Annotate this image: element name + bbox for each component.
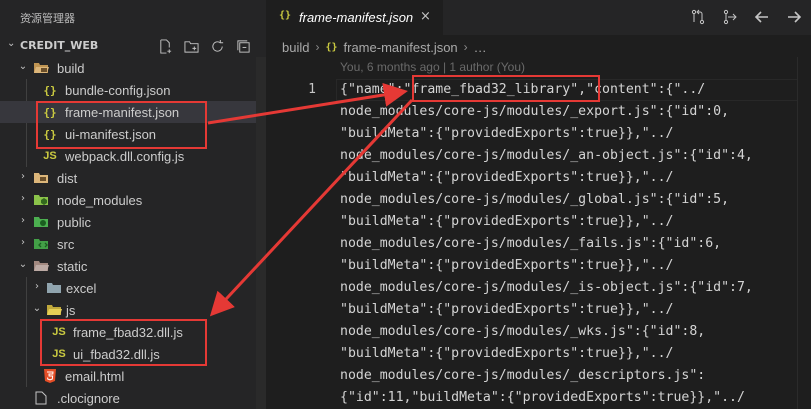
code-line[interactable]: node_modules/core-js/modules/_an-object.… <box>340 145 753 167</box>
explorer-title-bar: 资源管理器 ··· <box>0 0 266 35</box>
code-line[interactable]: "buildMeta":{"providedExports":true}},".… <box>340 255 673 277</box>
tree-item-public[interactable]: › public <box>0 211 266 233</box>
code-line[interactable]: "buildMeta":{"providedExports":true}},".… <box>340 343 673 365</box>
node-folder-icon <box>33 192 49 208</box>
folder-icon <box>46 280 62 296</box>
code-line[interactable]: node_modules/core-js/modules/_wks.js":{"… <box>340 321 705 343</box>
tree-item-clocignore[interactable]: .clocignore <box>0 387 266 409</box>
chevron-right-icon: › <box>21 171 25 182</box>
annotation-box-manifests <box>36 101 207 149</box>
new-file-icon[interactable] <box>156 37 175 55</box>
breadcrumb-item-build[interactable]: build <box>282 40 309 55</box>
tree-item-js[interactable]: ⌄ js <box>0 299 266 321</box>
tab-frame-manifest-json[interactable]: {} frame-manifest.json × <box>266 0 443 35</box>
git-blame-annotation[interactable]: You, 6 months ago | 1 author (You) <box>340 60 525 74</box>
code-line[interactable]: {"id":11,"buildMeta":{"providedExports":… <box>340 387 745 409</box>
public-folder-icon <box>33 214 49 230</box>
src-folder-icon <box>33 236 49 252</box>
folder-icon <box>33 170 49 186</box>
editor-area: {} frame-manifest.json × build › {} fram… <box>266 0 811 409</box>
new-folder-icon[interactable] <box>182 37 201 55</box>
breadcrumb: build › {} frame-manifest.json › … <box>282 37 487 57</box>
go-forward-icon[interactable] <box>785 8 803 26</box>
compare-changes-icon[interactable] <box>689 8 707 26</box>
chevron-down-icon: ⌄ <box>18 61 28 72</box>
collapse-all-icon[interactable] <box>234 37 253 55</box>
chevron-right-icon: › <box>315 40 320 54</box>
workspace-name: CREDIT_WEB <box>20 39 99 52</box>
breadcrumb-item-file[interactable]: frame-manifest.json <box>344 40 458 55</box>
go-back-icon[interactable] <box>753 8 771 26</box>
line-number: 1 <box>308 82 316 97</box>
tree-item-build[interactable]: ⌄ build <box>0 57 266 79</box>
annotation-box-library-name <box>412 75 600 102</box>
code-line[interactable]: node_modules/core-js/modules/_global.js"… <box>340 189 729 211</box>
tree-item-static[interactable]: ⌄ static <box>0 255 266 277</box>
json-icon: {} <box>43 83 57 97</box>
workspace-section-header[interactable]: ⌄ CREDIT_WEB <box>0 35 266 57</box>
sidebar-scrollbar[interactable] <box>256 57 266 409</box>
refresh-icon[interactable] <box>208 37 227 55</box>
html5-icon <box>42 368 58 384</box>
chevron-right-icon: › <box>21 215 25 226</box>
chevron-right-icon: › <box>35 281 39 292</box>
close-icon[interactable]: × <box>420 9 431 24</box>
chevron-right-icon: › <box>463 40 468 54</box>
chevron-down-icon: ⌄ <box>18 259 28 270</box>
tree-item-src[interactable]: › src <box>0 233 266 255</box>
json-icon: {} <box>325 41 338 53</box>
code-line[interactable]: node_modules/core-js/modules/_is-object.… <box>340 277 753 299</box>
breadcrumb-item-symbols[interactable]: … <box>474 40 487 55</box>
chevron-down-icon: ⌄ <box>7 38 16 49</box>
folder-open-icon <box>33 60 49 76</box>
editor-scrollbar[interactable] <box>797 57 811 409</box>
annotation-box-dll-files <box>40 319 207 366</box>
code-line[interactable]: node_modules/core-js/modules/_descriptor… <box>340 365 705 387</box>
tree-item-bundle-config-json[interactable]: {} bundle-config.json <box>0 79 266 101</box>
folder-open-icon <box>33 258 49 274</box>
tree-item-dist[interactable]: › dist <box>0 167 266 189</box>
tab-bar: {} frame-manifest.json × <box>266 0 811 35</box>
ellipsis-icon[interactable]: ··· <box>20 10 250 23</box>
code-line[interactable]: "buildMeta":{"providedExports":true}},".… <box>340 123 673 145</box>
tree-item-email-html[interactable]: email.html <box>0 365 266 387</box>
code-line[interactable]: "buildMeta":{"providedExports":true}},".… <box>340 299 673 321</box>
code-line[interactable]: node_modules/core-js/modules/_fails.js":… <box>340 233 721 255</box>
code-line[interactable]: "buildMeta":{"providedExports":true}},".… <box>340 211 673 233</box>
tree-item-excel[interactable]: › excel <box>0 277 266 299</box>
js-folder-open-icon <box>46 302 62 318</box>
javascript-icon: JS <box>43 150 57 162</box>
code-line[interactable]: node_modules/core-js/modules/_export.js"… <box>340 101 729 123</box>
chevron-down-icon: ⌄ <box>32 303 42 314</box>
file-icon <box>33 390 49 406</box>
chevron-right-icon: › <box>21 237 25 248</box>
git-commit-icon[interactable] <box>721 8 739 26</box>
json-icon: {} <box>279 10 292 21</box>
code-line[interactable]: "buildMeta":{"providedExports":true}},".… <box>340 167 673 189</box>
chevron-right-icon: › <box>21 193 25 204</box>
tree-item-node-modules[interactable]: › node_modules <box>0 189 266 211</box>
